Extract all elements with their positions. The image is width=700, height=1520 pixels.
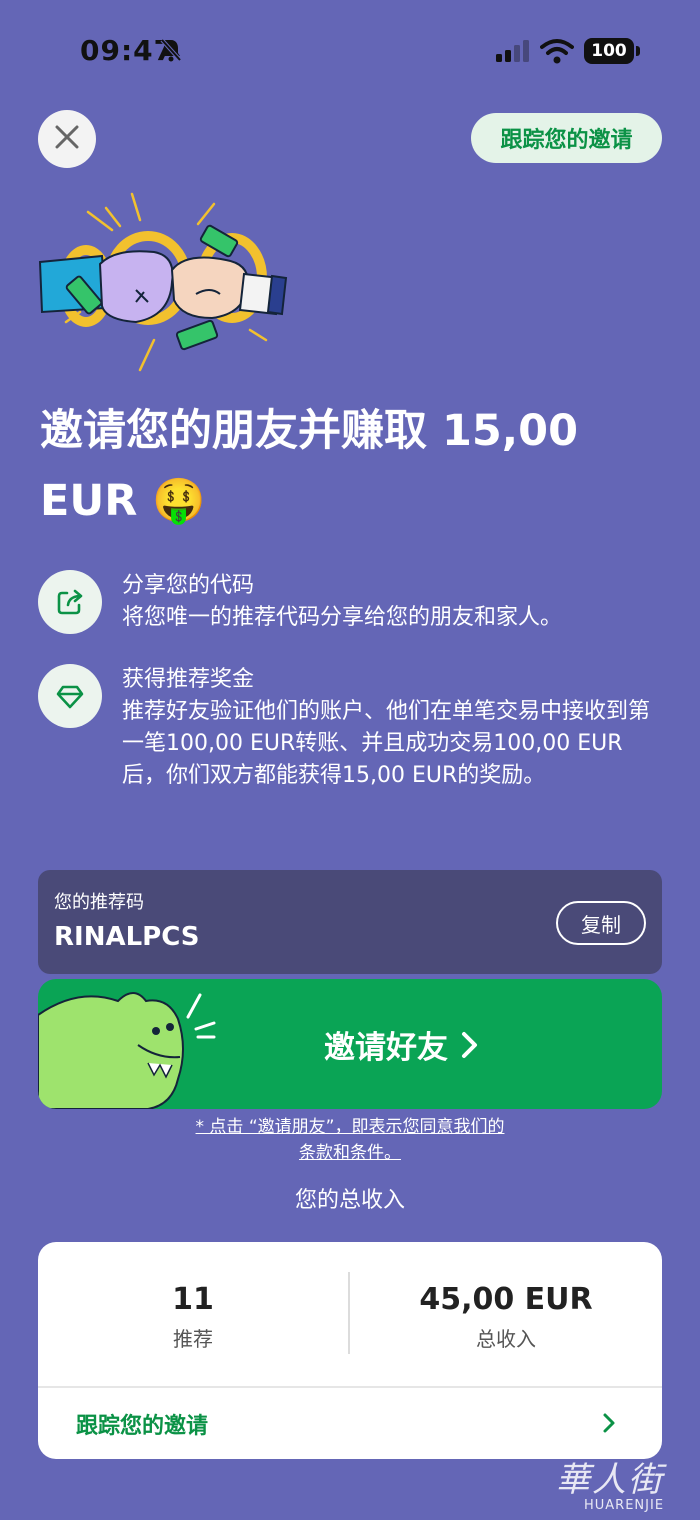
income-amount: 45,00 EUR <box>419 1282 593 1317</box>
close-icon <box>54 124 80 154</box>
signal-icon <box>496 40 532 66</box>
invite-friends-button[interactable]: 邀请好友 <box>38 979 662 1109</box>
track-invites-row[interactable]: 跟踪您的邀请 <box>38 1388 662 1459</box>
step-title: 分享您的代码 <box>122 573 255 598</box>
step-share-code: 分享您的代码 将您唯一的推荐代码分享给您的朋友和家人。 <box>38 570 662 640</box>
income-label: 总收入 <box>476 1327 536 1351</box>
invite-friends-label: 邀请好友 <box>324 1030 448 1066</box>
battery-icon: 100 <box>584 38 634 64</box>
referral-code-value: RINALPCS <box>54 922 200 952</box>
copy-button[interactable]: 复制 <box>556 901 646 945</box>
total-earnings-title: 您的总收入 <box>294 1188 405 1213</box>
terms-link[interactable]: * 点击 “邀请朋友”，即表示您同意我们的 条款和条件。 <box>0 1114 700 1166</box>
bell-slash-icon <box>160 38 182 66</box>
referrals-label: 推荐 <box>173 1327 213 1351</box>
watermark-logo: 華人街 HUARENJIE <box>556 1452 700 1520</box>
battery-tip <box>636 46 640 56</box>
step-description: 将您唯一的推荐代码分享给您的朋友和家人。 <box>122 605 563 630</box>
diamond-icon <box>38 664 102 728</box>
referrals-count: 11 <box>172 1282 214 1317</box>
track-invites-button[interactable]: 跟踪您的邀请 <box>471 113 662 163</box>
referral-code-box: 您的推荐码 RINALPCS 复制 <box>38 870 662 974</box>
step-get-bonus: 获得推荐奖金 推荐好友验证他们的账户、他们在单笔交易中接收到第一笔100,00 … <box>38 664 662 834</box>
share-icon <box>38 570 102 634</box>
referrals-stat: 11 推荐 <box>38 1282 348 1352</box>
close-button[interactable] <box>38 110 96 168</box>
status-bar: 09:47 100 <box>0 0 700 100</box>
chevron-right-icon <box>460 1031 480 1063</box>
terms-line: * 点击 “邀请朋友”，即表示您同意我们的 <box>195 1117 505 1137</box>
watermark-chinese: 華人街 <box>556 1460 664 1500</box>
page-title: 邀请您的朋友并赚取 15,00 EUR 🤑 <box>40 406 578 526</box>
watermark-latin: HUARENJIE <box>584 1498 665 1513</box>
chevron-right-icon <box>602 1412 616 1438</box>
track-invites-link: 跟踪您的邀请 <box>76 1414 209 1439</box>
step-title: 获得推荐奖金 <box>122 667 255 692</box>
referral-code-label: 您的推荐码 <box>54 892 144 913</box>
earnings-card: 11 推荐 45,00 EUR 总收入 跟踪您的邀请 <box>38 1242 662 1459</box>
income-stat: 45,00 EUR 总收入 <box>350 1282 662 1352</box>
terms-line: 条款和条件。 <box>299 1143 401 1163</box>
step-description: 推荐好友验证他们的账户、他们在单笔交易中接收到第一笔100,00 EUR转账、并… <box>122 699 651 788</box>
fist-bump-illustration <box>36 190 296 380</box>
dinosaur-illustration <box>38 992 216 1109</box>
wifi-icon <box>540 38 574 68</box>
